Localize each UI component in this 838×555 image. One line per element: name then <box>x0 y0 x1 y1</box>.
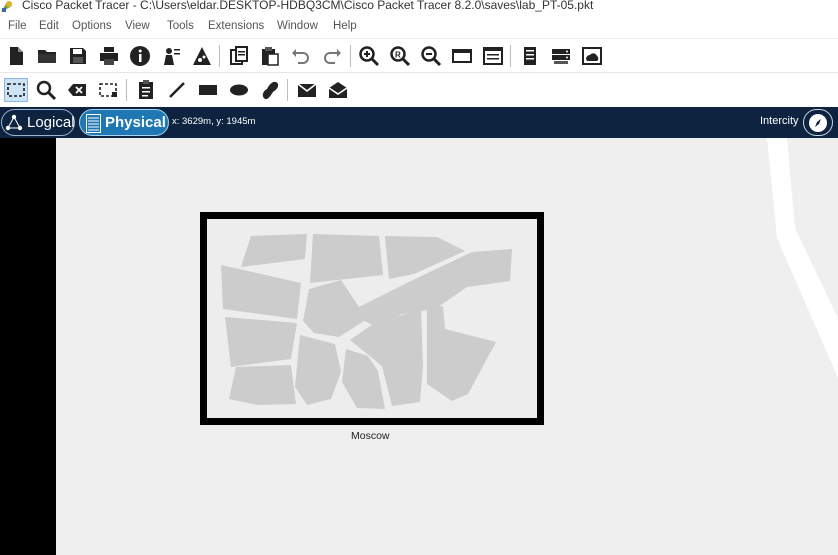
common-tools-toolbar <box>0 72 838 106</box>
intercity-button[interactable] <box>803 109 833 136</box>
workspace-nav-bar: Logical Physical x: 3629m, y: 1945m Inte… <box>0 107 838 138</box>
copy-icon[interactable] <box>227 44 251 68</box>
select-icon[interactable] <box>4 78 28 102</box>
physical-label: Physical <box>105 114 166 131</box>
physical-workspace-canvas[interactable]: Moscow <box>0 138 838 555</box>
place-note-icon[interactable] <box>134 78 158 102</box>
palette-icon[interactable] <box>190 44 214 68</box>
print-icon[interactable] <box>97 44 121 68</box>
activity-wizard-icon[interactable] <box>159 44 183 68</box>
city-label: Moscow <box>351 430 390 442</box>
custom-devices-icon[interactable] <box>481 44 505 68</box>
menu-window[interactable]: Window <box>277 20 318 32</box>
logical-view-button[interactable]: Logical <box>1 109 75 136</box>
menu-help[interactable]: Help <box>333 20 357 32</box>
draw-line-icon[interactable] <box>165 78 189 102</box>
menu-view[interactable]: View <box>125 20 150 32</box>
new-file-icon[interactable] <box>4 44 28 68</box>
open-folder-icon[interactable] <box>35 44 59 68</box>
cursor-coordinates: x: 3629m, y: 1945m <box>172 116 256 127</box>
svg-text:R: R <box>395 51 401 60</box>
undo-icon[interactable] <box>289 44 313 68</box>
menu-edit[interactable]: Edit <box>39 20 59 32</box>
zoom-reset-icon[interactable]: R <box>388 44 412 68</box>
add-complex-pdu-icon[interactable] <box>326 78 350 102</box>
freeform-icon[interactable] <box>258 78 282 102</box>
canvas-side-strip <box>0 138 56 555</box>
delete-icon[interactable] <box>65 78 89 102</box>
draw-rectangle-icon[interactable] <box>196 78 220 102</box>
compass-icon <box>809 113 827 132</box>
viewport-icon[interactable] <box>518 44 542 68</box>
map-road-shape <box>767 138 838 378</box>
zoom-in-icon[interactable] <box>357 44 381 68</box>
title-bar: Cisco Packet Tracer - C:\Users\eldar.DES… <box>0 0 838 14</box>
logical-label: Logical <box>27 114 75 131</box>
save-icon[interactable] <box>66 44 90 68</box>
menu-bar: File Edit Options View Tools Extensions … <box>0 17 838 37</box>
physical-view-button[interactable]: Physical <box>79 109 169 136</box>
menu-file[interactable]: File <box>8 20 27 32</box>
window-title: Cisco Packet Tracer - C:\Users\eldar.DES… <box>22 0 594 12</box>
city-moscow[interactable] <box>200 212 544 425</box>
paste-icon[interactable] <box>258 44 282 68</box>
draw-ellipse-icon[interactable] <box>227 78 251 102</box>
info-icon[interactable] <box>128 44 152 68</box>
main-toolbar: R <box>0 38 838 72</box>
zoom-out-icon[interactable] <box>419 44 443 68</box>
device-rack-icon[interactable] <box>549 44 573 68</box>
redo-icon[interactable] <box>320 44 344 68</box>
packet-tracer-app-icon <box>0 0 14 13</box>
physical-rack-icon <box>86 114 101 133</box>
menu-options[interactable]: Options <box>72 20 112 32</box>
add-simple-pdu-icon[interactable] <box>295 78 319 102</box>
menu-tools[interactable]: Tools <box>167 20 194 32</box>
inspect-icon[interactable] <box>34 78 58 102</box>
drawing-palette-icon[interactable] <box>450 44 474 68</box>
logical-topology-icon <box>5 114 23 131</box>
city-map-icon <box>221 234 512 409</box>
menu-extensions[interactable]: Extensions <box>208 20 264 32</box>
resize-shape-icon[interactable] <box>96 78 120 102</box>
cluster-icon[interactable] <box>580 44 604 68</box>
intercity-label: Intercity <box>760 115 799 127</box>
